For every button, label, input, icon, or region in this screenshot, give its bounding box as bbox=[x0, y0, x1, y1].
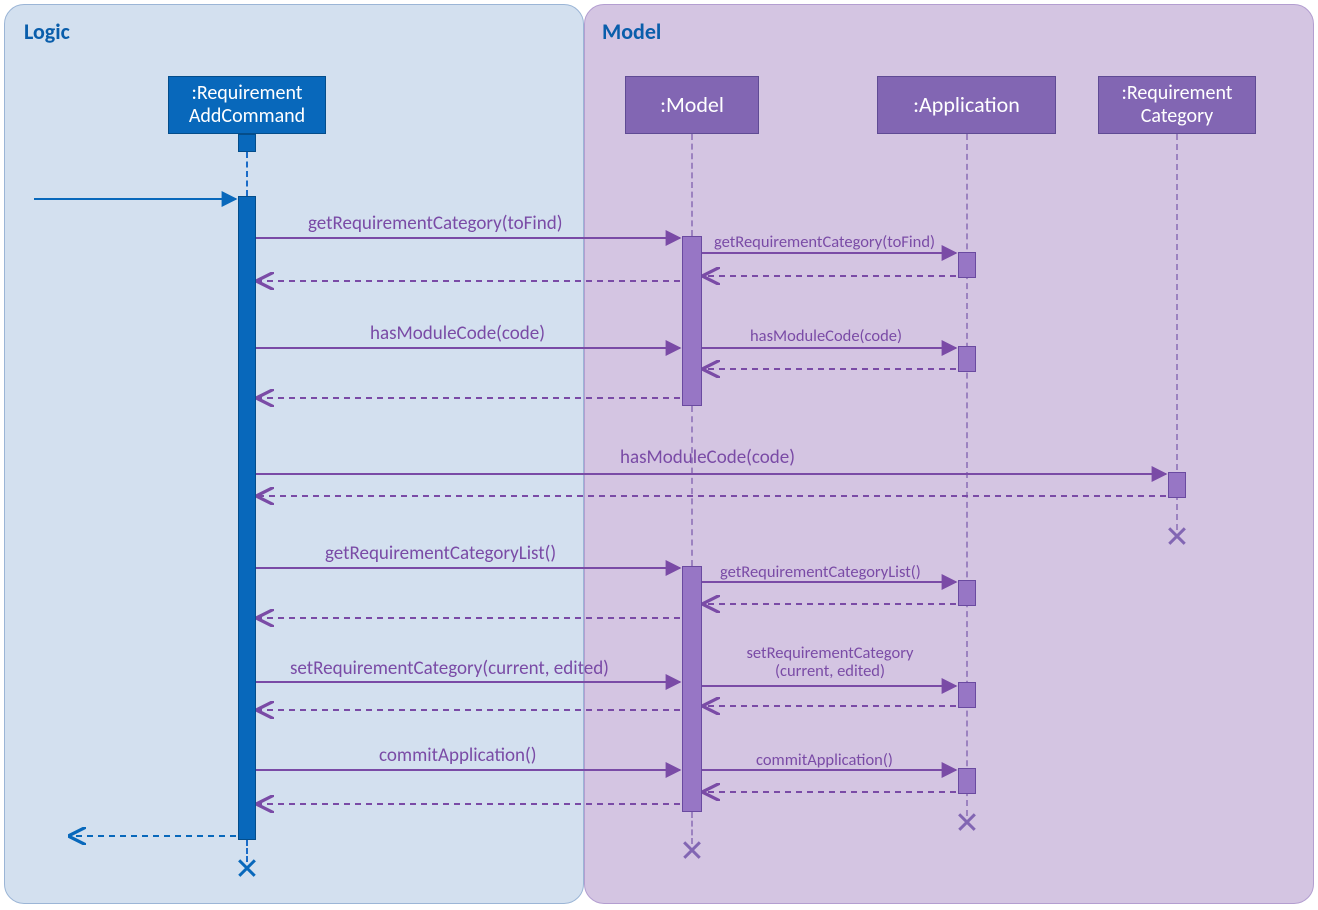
terminate-model-icon bbox=[682, 840, 702, 860]
sequence-diagram: Logic Model :Requirement AddCommand :Mod… bbox=[0, 0, 1318, 910]
arrows-layer bbox=[0, 0, 1318, 910]
terminate-reqcat-icon bbox=[1167, 526, 1187, 546]
terminate-cmd-icon bbox=[237, 858, 257, 878]
terminate-app-icon bbox=[957, 812, 977, 832]
